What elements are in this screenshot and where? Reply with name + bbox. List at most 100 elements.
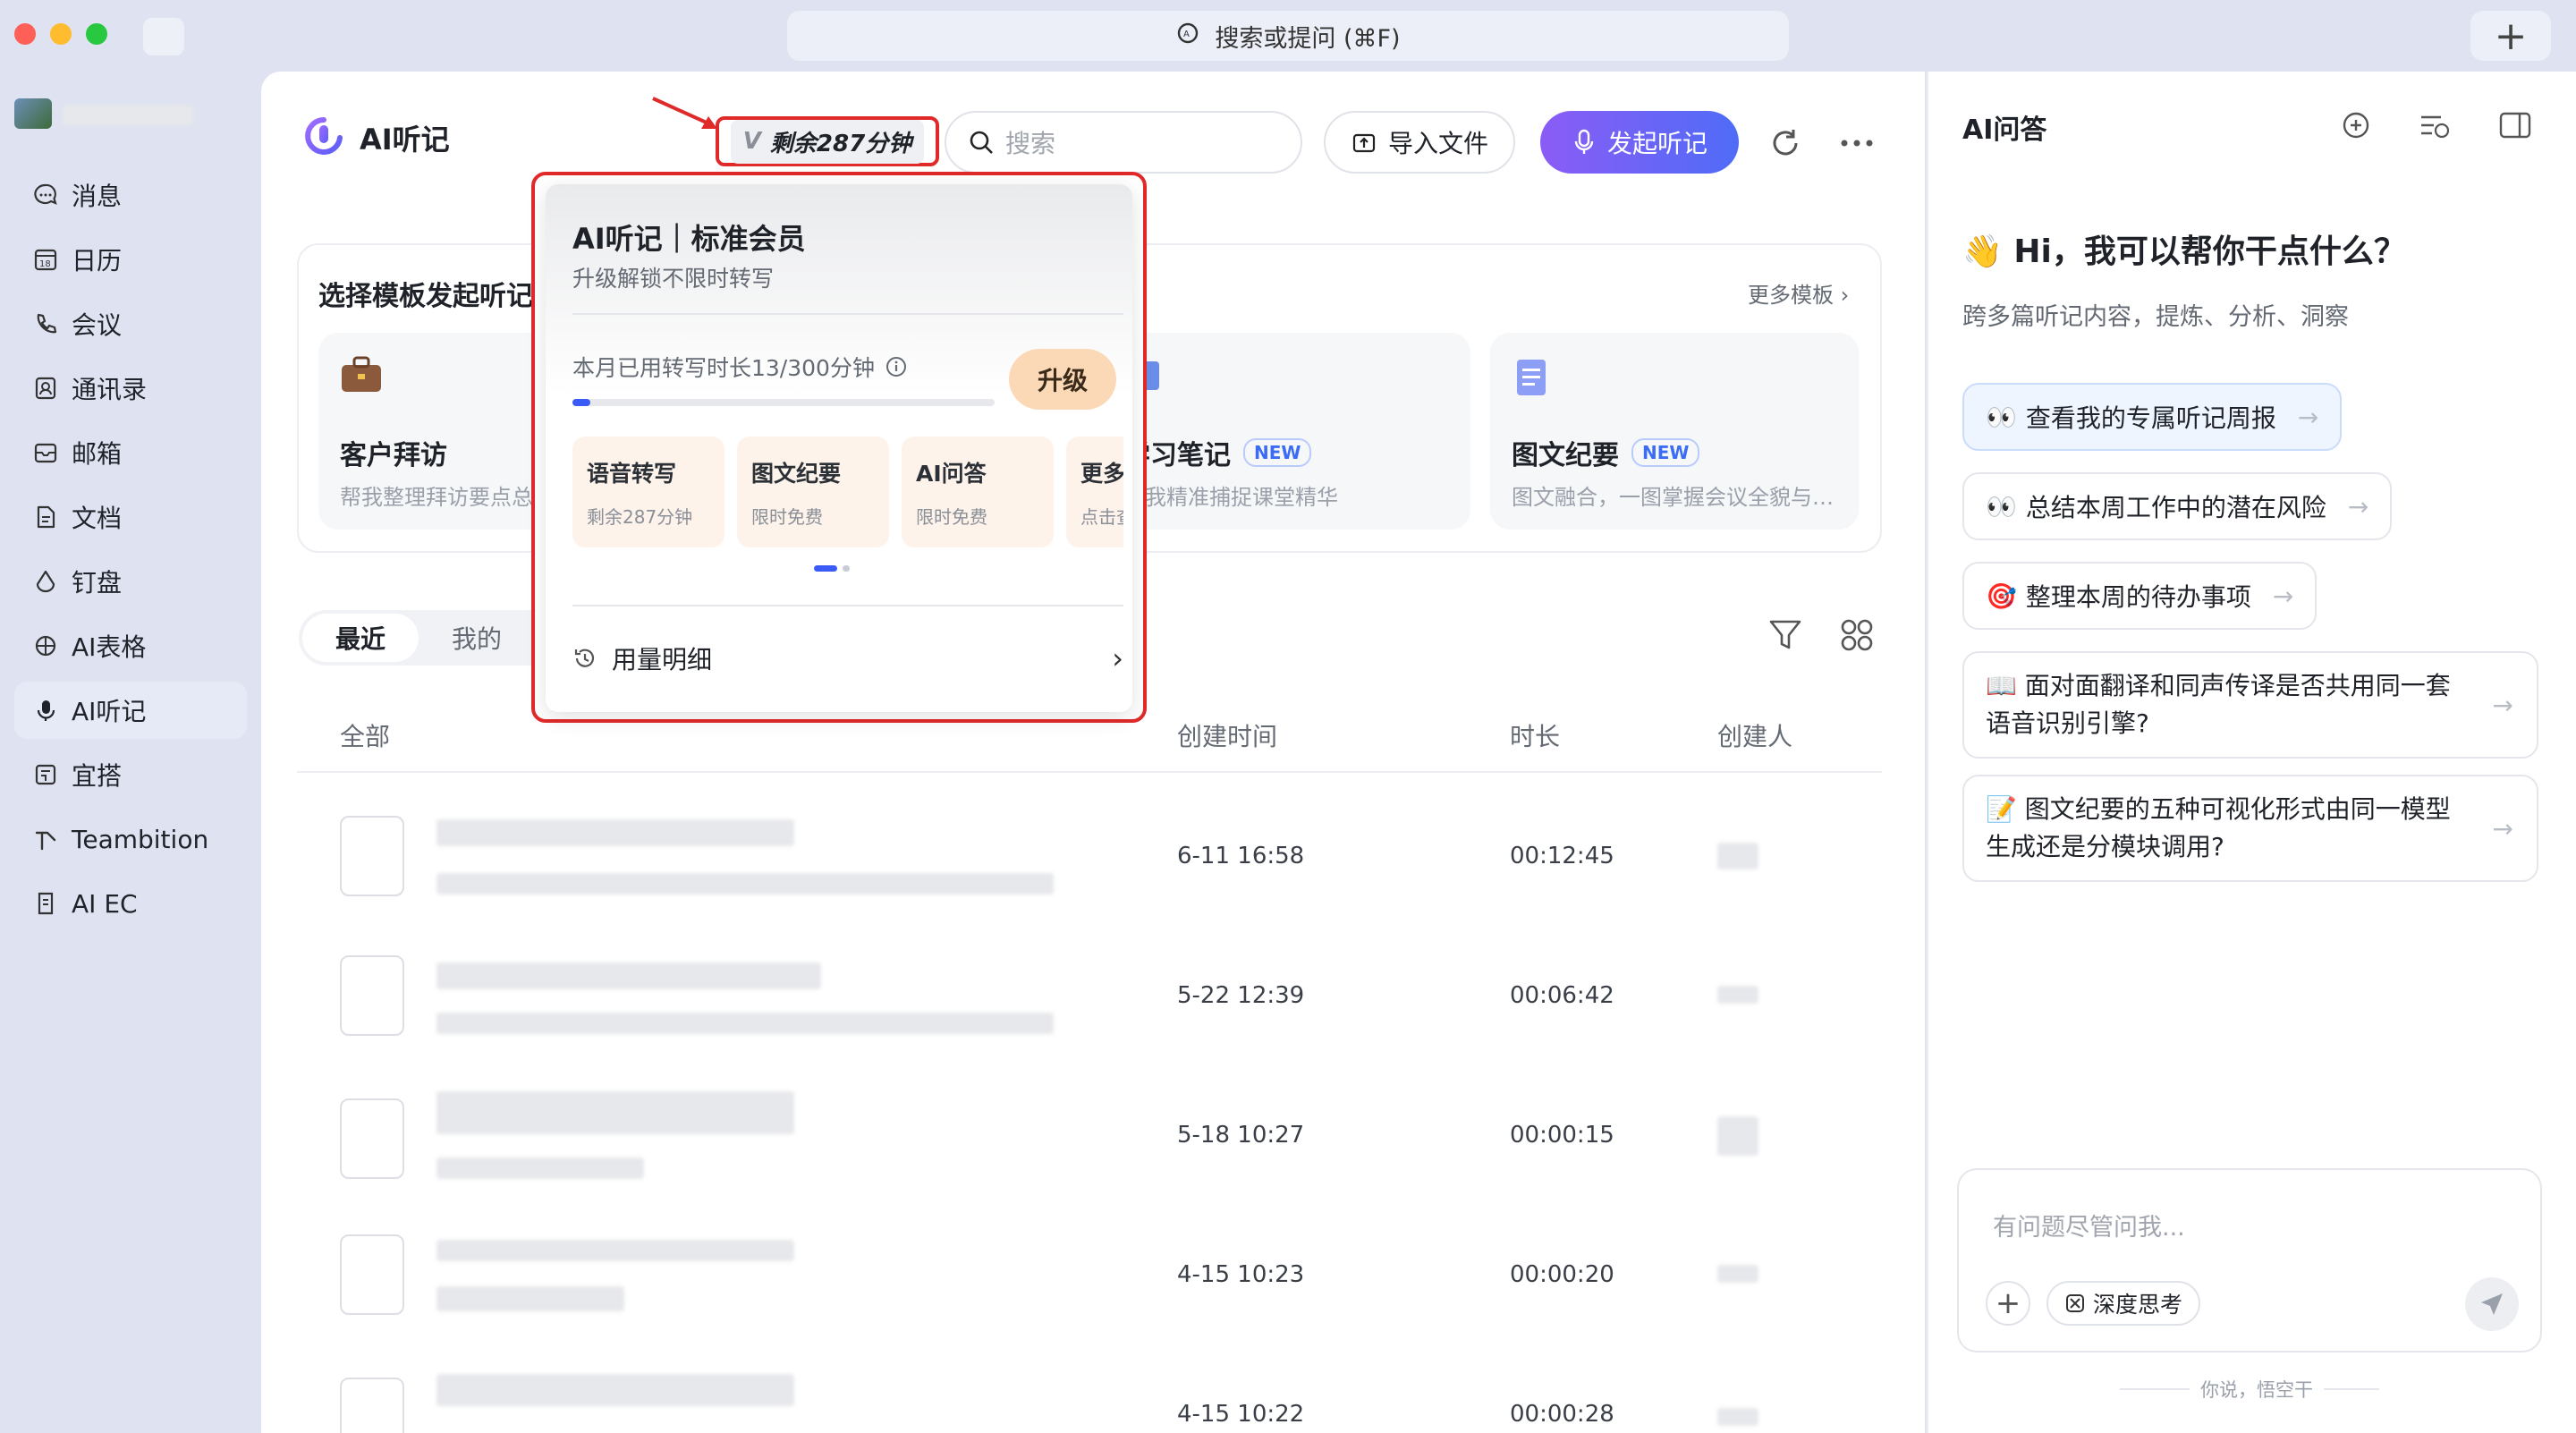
remaining-minutes-text: 剩余287分钟 [769,130,912,157]
app-switcher-button[interactable] [143,18,184,55]
toggle-panel-icon[interactable] [2490,100,2540,150]
sidebar-item-label: 钉盘 [72,568,123,598]
tab-mine[interactable]: 我的 [419,614,535,662]
carousel-dot[interactable] [843,565,850,572]
suggestion-todos[interactable]: 🎯 整理本周的待办事项 → [1962,562,2318,630]
feature-card-ai-qa[interactable]: AI问答 限时免费 [902,437,1054,547]
sidebar-item-label: AI表格 [72,632,147,662]
sidebar-item-ai-table[interactable]: AI表格 [14,617,247,674]
suggestion-visualization-question[interactable]: 📝 图文纪要的五种可视化形式由同一模型生成还是分模块调用? → [1962,775,2538,882]
feature-card-image-minutes[interactable]: 图文纪要 限时免费 [737,437,889,547]
table-row[interactable]: 5-18 10:27 00:00:15 [297,1066,1882,1200]
feature-card-transcribe[interactable]: 语音转写 剩余287分钟 [572,437,724,547]
minimize-window-button[interactable] [50,23,72,45]
qa-input-box[interactable]: 有问题尽管问我... + 深度思考 [1957,1168,2542,1352]
search-input[interactable]: 搜索 [945,111,1302,174]
sidebar-item-ai-ec[interactable]: AI EC [14,875,247,932]
template-card-image-minutes[interactable]: 图文纪要 NEW 图文融合，一图掌握会议全貌与… [1490,333,1859,530]
ai-minutes-logo-icon [305,117,343,155]
qa-subtitle: 跨多篇听记内容，提炼、分析、洞察 [1962,303,2349,331]
carousel-dot-active[interactable] [814,565,837,572]
col-creator[interactable]: 创建人 [1717,717,1792,753]
tab-recent[interactable]: 最近 [302,614,419,662]
close-window-button[interactable] [14,23,36,45]
usage-detail-row[interactable]: 用量明细 › [572,632,1123,685]
global-search-bar[interactable]: A 搜索或提问 (⌘F) [787,11,1789,61]
new-badge: NEW [1631,438,1700,467]
calendar-icon: 18 [34,249,57,271]
col-duration[interactable]: 时长 [1510,717,1560,753]
history-icon [574,649,595,667]
info-icon[interactable] [886,356,907,377]
more-options-icon[interactable] [1832,118,1882,168]
table-row[interactable]: 5-22 12:39 00:06:42 [297,927,1882,1061]
col-all[interactable]: 全部 [340,717,390,753]
popup-divider [572,605,1123,606]
template-card-study-notes[interactable]: 学习笔记 NEW 帮我精准捕捉课堂精华 [1102,333,1470,530]
more-templates-link[interactable]: 更多模板 › [1748,277,1849,309]
filter-icon[interactable] [1760,610,1810,660]
redacted-summary [436,1157,644,1179]
grid-view-icon[interactable] [1832,610,1882,660]
redacted-creator [1717,986,1758,1004]
sidebar-item-label: 邮箱 [72,439,123,469]
svg-text:18: 18 [39,259,51,269]
annotation-arrow-icon [652,97,717,129]
sidebar-item-label: 通讯录 [72,375,148,404]
sidebar-item-ai-minutes[interactable]: AI听记 [14,682,247,739]
usage-label: 本月已用转写时长13/300分钟 [572,351,907,383]
new-chat-icon[interactable] [2331,100,2381,150]
start-recording-label: 发起听记 [1606,129,1707,158]
redacted-creator [1717,1116,1758,1156]
sidebar-item-messages[interactable]: 消息 [14,166,247,224]
upgrade-button[interactable]: 升级 [1009,349,1116,410]
atom-icon [2066,1294,2084,1312]
deep-think-toggle[interactable]: 深度思考 [2046,1281,2201,1326]
sidebar-item-docs[interactable]: 文档 [14,488,247,546]
table-row[interactable]: 6-11 16:58 00:12:45 [297,787,1882,921]
import-file-button[interactable]: 导入文件 [1324,111,1515,174]
duration: 00:06:42 [1510,982,1614,1009]
suggestion-weekly-report[interactable]: 👀 查看我的专属听记周报 → [1962,383,2343,451]
suggestion-translation-question[interactable]: 📖 面对面翻译和同声传译是否共用同一套语音识别引擎? → [1962,651,2538,759]
file-thumbnail [340,955,404,1036]
suggestion-risk-summary[interactable]: 👀 总结本周工作中的潜在风险 → [1962,472,2393,540]
table-row[interactable]: 4-15 10:23 00:00:20 [297,1206,1882,1340]
new-tab-button[interactable]: + [2470,11,2551,61]
sidebar-item-label: 会议 [72,310,123,340]
sidebar-item-drive[interactable]: 钉盘 [14,553,247,610]
attach-plus-button[interactable]: + [1986,1281,2030,1326]
qa-greeting: 👋 Hi，我可以帮你干点什么？ [1962,233,2406,270]
sidebar-item-meeting[interactable]: 会议 [14,295,247,352]
send-button[interactable] [2465,1277,2519,1331]
col-created-time[interactable]: 创建时间 [1177,717,1277,753]
send-icon [2481,1293,2503,1315]
sidebar-item-mail[interactable]: 邮箱 [14,424,247,481]
redacted-creator [1717,1408,1758,1426]
table-row[interactable]: 4-15 10:22 00:00:28 [297,1345,1882,1433]
feature-card-more[interactable]: 更多 点击查 [1066,437,1123,547]
duration: 00:12:45 [1510,843,1614,869]
arrow-right-icon: → [2492,814,2513,844]
briefcase-icon [342,356,381,392]
redacted-title [436,1374,794,1406]
sidebar-item-teambition[interactable]: Teambition [14,810,247,868]
zoom-window-button[interactable] [86,23,107,45]
sidebar-item-contacts[interactable]: 通讯录 [14,360,247,417]
refresh-icon[interactable] [1760,118,1810,168]
history-list-icon[interactable] [2410,100,2460,150]
org-avatar[interactable] [14,98,52,129]
sidebar-item-calendar[interactable]: 18 日历 [14,231,247,288]
arrow-right-icon: → [2272,581,2294,611]
start-recording-button[interactable]: 发起听记 [1540,111,1739,174]
arrow-right-icon: → [2492,691,2513,720]
sidebar-item-yida[interactable]: 宜搭 [14,746,247,803]
remaining-minutes-badge[interactable]: V 剩余287分钟 [716,116,939,166]
notes-icon [1517,360,1546,395]
ai-ec-icon [38,892,54,915]
usage-progress-fill [572,399,591,406]
org-name-redacted [63,106,193,125]
header-divider [297,771,1882,773]
template-desc: 图文融合，一图掌握会议全貌与… [1512,485,1834,510]
document-icon [37,505,55,529]
